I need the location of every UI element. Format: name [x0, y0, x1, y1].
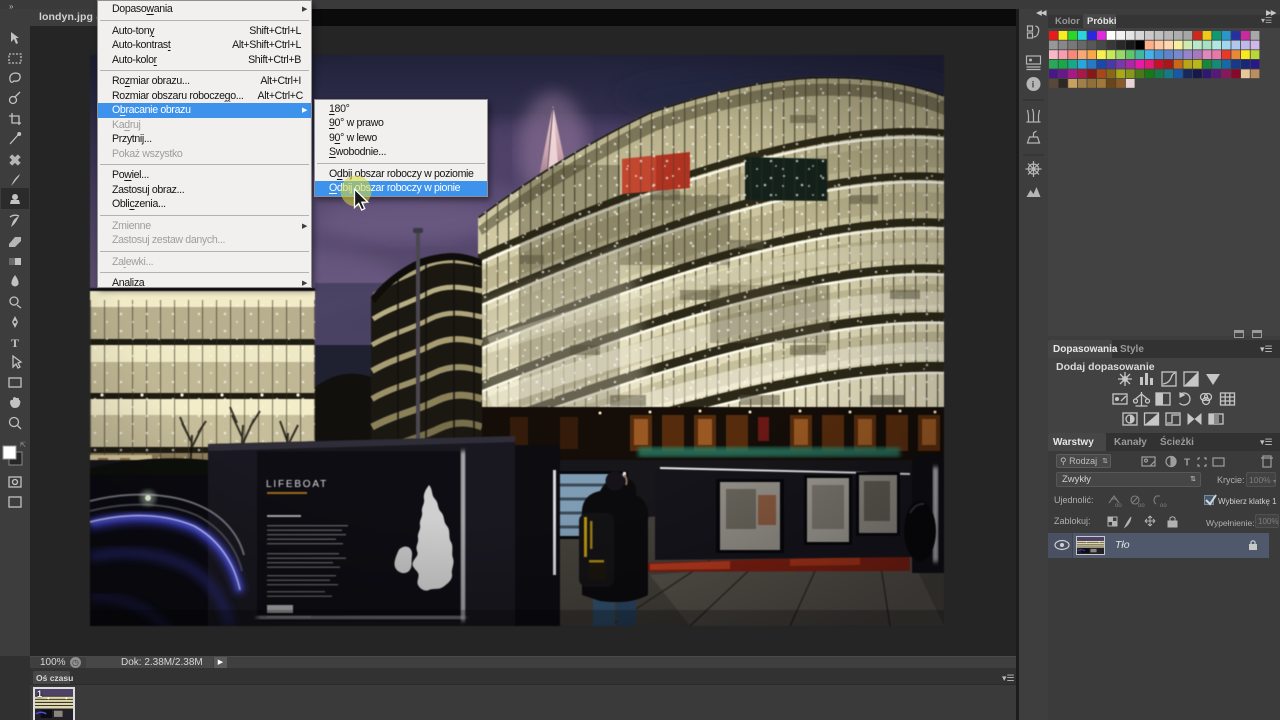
svg-text:oo: oo — [1115, 503, 1122, 509]
svg-text:i: i — [1032, 80, 1035, 90]
svg-text:T: T — [1184, 458, 1190, 469]
svg-text:oo: oo — [1138, 503, 1145, 509]
svg-text:⇱: ⇱ — [20, 441, 26, 449]
svg-text:oo: oo — [1160, 503, 1167, 509]
svg-text:»: » — [9, 2, 14, 11]
svg-text:T: T — [11, 336, 19, 350]
